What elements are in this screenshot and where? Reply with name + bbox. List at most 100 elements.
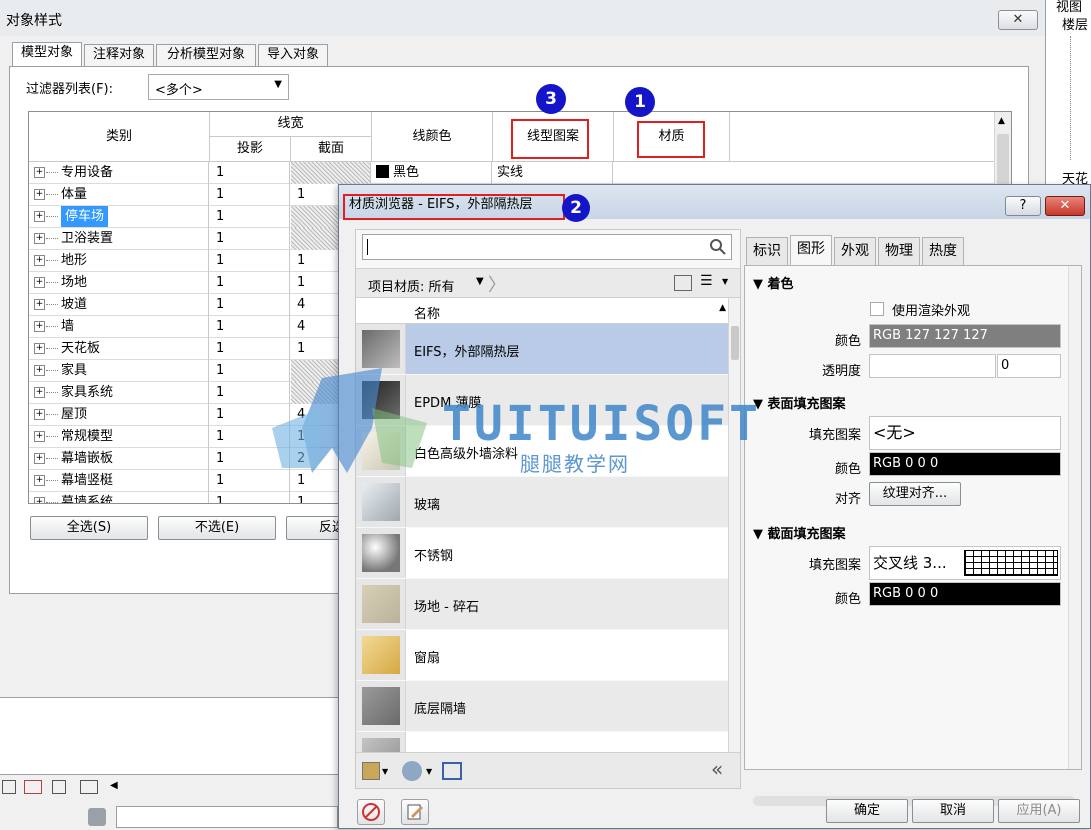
category-cell[interactable]: + 停车场 xyxy=(29,206,209,228)
texture-align-button[interactable]: 纹理对齐... xyxy=(869,482,961,506)
expand-plus-icon[interactable]: + xyxy=(34,233,45,244)
projection-cell[interactable]: 1 xyxy=(210,206,290,228)
header-projection[interactable]: 投影 xyxy=(210,137,291,162)
object-styles-close-button[interactable]: ✕ xyxy=(998,10,1038,30)
expand-plus-icon[interactable]: + xyxy=(34,167,45,178)
projection-cell[interactable]: 1 xyxy=(210,294,290,316)
expand-plus-icon[interactable]: + xyxy=(34,277,45,288)
category-cell[interactable]: + 幕墙系统 xyxy=(29,492,209,503)
shading-section[interactable]: ▼ 着色 xyxy=(753,273,794,292)
expand-plus-icon[interactable]: + xyxy=(34,343,45,354)
list-item[interactable]: 窗扇 xyxy=(356,630,728,680)
workset-icon[interactable] xyxy=(88,808,106,826)
expand-plus-icon[interactable]: + xyxy=(34,431,45,442)
properties-scrollbar[interactable] xyxy=(1068,266,1081,769)
collapse-left-icon[interactable]: « xyxy=(711,757,723,781)
chevron-down-icon[interactable]: ▼ xyxy=(426,767,432,776)
category-cell[interactable]: + 家具系统 xyxy=(29,382,209,404)
material-browser-close-button[interactable]: ✕ xyxy=(1045,196,1085,216)
cut-cell[interactable] xyxy=(291,162,371,184)
use-render-appearance-checkbox[interactable] xyxy=(870,302,884,316)
hide-library-icon[interactable] xyxy=(357,799,385,825)
invert-selection-button[interactable]: 反选 xyxy=(286,516,346,540)
category-cell[interactable]: + 幕墙竖梃 xyxy=(29,470,209,492)
surface-color-field[interactable]: RGB 0 0 0 xyxy=(869,452,1061,476)
list-item[interactable]: 玻璃 xyxy=(356,477,728,527)
help-button[interactable]: ? xyxy=(1005,196,1041,216)
projection-cell[interactable]: 1 xyxy=(210,338,290,360)
crop-icon[interactable] xyxy=(80,780,98,794)
select-none-button[interactable]: 不选(E) xyxy=(158,516,276,540)
status-field[interactable] xyxy=(116,806,338,828)
tab-physical[interactable]: 物理 xyxy=(878,237,920,265)
projection-cell[interactable]: 1 xyxy=(210,228,290,250)
list-item[interactable]: 底层隔墙 xyxy=(356,681,728,731)
library-manager-icon[interactable] xyxy=(362,762,380,780)
transparency-slider[interactable] xyxy=(869,354,996,378)
table-row[interactable]: + 专用设备 1 黑色 实线 xyxy=(29,162,1011,184)
surface-pattern-field[interactable]: <无> xyxy=(869,416,1061,450)
category-cell[interactable]: + 体量 xyxy=(29,184,209,206)
expand-plus-icon[interactable]: + xyxy=(34,211,45,222)
apply-button[interactable]: 应用(A) xyxy=(998,799,1080,823)
category-cell[interactable]: + 常规模型 xyxy=(29,426,209,448)
tab-appearance[interactable]: 外观 xyxy=(834,237,876,265)
category-cell[interactable]: + 墙 xyxy=(29,316,209,338)
scroll-left-icon[interactable]: ◀ xyxy=(110,780,118,791)
edit-material-icon[interactable] xyxy=(401,799,429,825)
tab-identity[interactable]: 标识 xyxy=(746,237,788,265)
expand-plus-icon[interactable]: + xyxy=(34,189,45,200)
render-icon[interactable] xyxy=(24,780,42,794)
projection-cell[interactable]: 1 xyxy=(210,272,290,294)
expand-plus-icon[interactable]: + xyxy=(34,409,45,420)
category-cell[interactable]: + 屋顶 xyxy=(29,404,209,426)
line-color-cell[interactable]: 黑色 xyxy=(372,162,492,184)
cut-pattern-section[interactable]: ▼ 截面填充图案 xyxy=(753,523,846,542)
cut-pattern-field[interactable]: 交叉线 3... xyxy=(869,546,1061,580)
select-all-button[interactable]: 全选(S) xyxy=(30,516,148,540)
projection-cell[interactable]: 1 xyxy=(210,250,290,272)
create-material-icon[interactable] xyxy=(402,761,422,781)
category-cell[interactable]: + 家具 xyxy=(29,360,209,382)
projection-cell[interactable]: 1 xyxy=(210,184,290,206)
tab-analytical-objects[interactable]: 分析模型对象 xyxy=(156,44,256,66)
projection-cell[interactable]: 1 xyxy=(210,492,290,503)
scroll-up-icon[interactable]: ▲ xyxy=(998,116,1005,126)
tab-imported-objects[interactable]: 导入对象 xyxy=(258,44,328,66)
ok-button[interactable]: 确定 xyxy=(826,799,908,823)
expand-plus-icon[interactable]: + xyxy=(34,321,45,332)
category-cell[interactable]: + 专用设备 xyxy=(29,162,209,184)
browser-level-label[interactable]: 楼层 xyxy=(1062,14,1088,33)
list-item[interactable]: 场地 - 碎石 xyxy=(356,579,728,629)
material-list-scrollbar[interactable] xyxy=(728,298,740,752)
header-cut[interactable]: 截面 xyxy=(291,137,372,162)
cancel-button[interactable]: 取消 xyxy=(912,799,994,823)
tab-thermal[interactable]: 热度 xyxy=(922,237,964,265)
tab-model-objects[interactable]: 模型对象 xyxy=(12,42,82,66)
category-cell[interactable]: + 幕墙嵌板 xyxy=(29,448,209,470)
header-line-color[interactable]: 线颜色 xyxy=(372,112,493,162)
category-cell[interactable]: + 场地 xyxy=(29,272,209,294)
view-cube-icon[interactable] xyxy=(2,780,16,794)
cut-color-field[interactable]: RGB 0 0 0 xyxy=(869,582,1061,606)
category-cell[interactable]: + 天花板 xyxy=(29,338,209,360)
shadow-icon[interactable] xyxy=(52,780,66,794)
tab-graphics[interactable]: 图形 xyxy=(790,235,832,266)
list-item[interactable]: 地板 xyxy=(356,732,728,752)
projection-cell[interactable]: 1 xyxy=(210,162,290,184)
list-item[interactable]: 不锈钢 xyxy=(356,528,728,578)
filter-list-dropdown[interactable]: <多个> ▼ xyxy=(148,74,289,100)
header-category[interactable]: 类别 xyxy=(29,112,210,162)
expand-plus-icon[interactable]: + xyxy=(34,497,45,503)
transparency-field[interactable]: 0 xyxy=(997,354,1061,378)
expand-plus-icon[interactable]: + xyxy=(34,299,45,310)
line-pattern-cell[interactable]: 实线 xyxy=(493,162,613,184)
expand-plus-icon[interactable]: + xyxy=(34,387,45,398)
category-cell[interactable]: + 坡道 xyxy=(29,294,209,316)
surface-pattern-section[interactable]: ▼ 表面填充图案 xyxy=(753,393,846,412)
expand-plus-icon[interactable]: + xyxy=(34,453,45,464)
list-item[interactable]: EIFS，外部隔热层 xyxy=(356,324,728,374)
chevron-down-icon[interactable]: ▼ xyxy=(382,767,388,776)
expand-plus-icon[interactable]: + xyxy=(34,475,45,486)
category-cell[interactable]: + 卫浴装置 xyxy=(29,228,209,250)
